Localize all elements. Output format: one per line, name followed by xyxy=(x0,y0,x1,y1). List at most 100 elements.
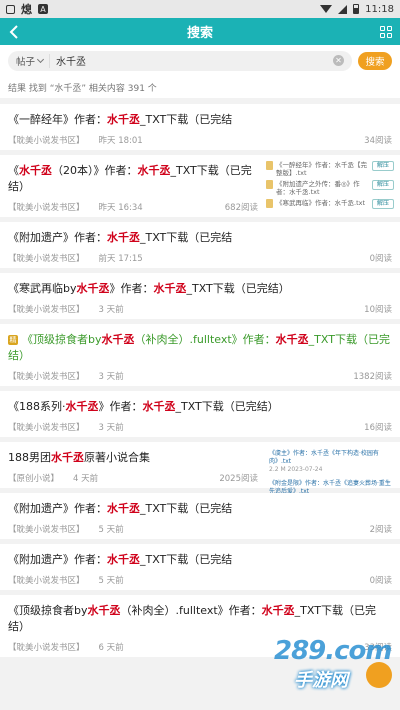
list-item[interactable]: 《寒武再临by水千丞》作者：水千丞_TXT下载（已完结） 【耽美小说发书区】 3 天… xyxy=(0,273,400,319)
item-meta: 【耽美小说发书区】 3 天前 16阅读 xyxy=(8,421,392,433)
chevron-left-icon xyxy=(9,24,18,39)
status-bar: 熄 A 11:18 xyxy=(0,0,400,18)
item-title: 《188系列·水千丞》作者：水千丞_TXT下载（已完结） xyxy=(8,399,392,415)
highlight-keyword: 水千丞 xyxy=(19,164,52,177)
title-text: （20本）》作者： xyxy=(52,164,138,177)
title-text: 》作者： xyxy=(109,282,154,295)
title-text: _TXT下载（已完结） xyxy=(186,282,290,295)
attachment-preview: 《一醉经年》作者：水千丞【完整版】.txt 解压 《附加遗产之外传：番◎》作者：水千… xyxy=(266,161,394,209)
title-text: 《附加遗产》作者： xyxy=(8,502,107,515)
list-item[interactable]: 188男团水千丞原著小说合集 【原创小说】 4 天前 2025阅读 《虞主》作者：水千丞… xyxy=(0,442,400,503)
title-text: 》作者： xyxy=(98,400,143,413)
timestamp: 前天 17:15 xyxy=(98,254,143,264)
watermark-text: 手游网 xyxy=(294,670,348,691)
attachment-row: 《虞主》作者：水千丞《年下构造·校园有肉》.txt 2.2 M 2023-07-2… xyxy=(269,450,394,474)
floating-action-button[interactable] xyxy=(366,662,392,688)
title-text: 《附加遗产》作者： xyxy=(8,231,107,244)
category-label: 【耽美小说发书区】 xyxy=(8,372,85,382)
highlight-keyword: 水千丞 xyxy=(275,333,309,346)
back-button[interactable] xyxy=(0,18,28,45)
scope-dropdown[interactable]: 帖子 xyxy=(16,53,51,68)
list-item[interactable]: 精《顶级掠食者by水千丞（补肉全）.fulltext》作者：水千丞_TXT下载（… xyxy=(0,324,400,386)
attachment-name: 《寒武再临》作者：水千丞.txt xyxy=(276,199,366,207)
read-count: 2阅读 xyxy=(369,525,392,535)
unzip-button: 解压 xyxy=(372,180,394,190)
item-title: 《寒武再临by水千丞》作者：水千丞_TXT下载（已完结） xyxy=(8,281,392,297)
item-meta: 【耽美小说发书区】 3 天前 1382阅读 xyxy=(8,370,392,382)
list-item[interactable]: 《附加遗产》作者：水千丞_TXT下载（已完结【耽美小说发书区】 前天 17:15 0… xyxy=(0,222,400,268)
file-icon xyxy=(266,180,273,189)
attachment-name: 《虞主》作者：水千丞《年下构造·校园有肉》.txt xyxy=(269,450,379,465)
category-label: 【耽美小说发书区】 xyxy=(8,305,85,315)
item-title: 《顶级掠食者by水千丞（补肉全）.fulltext》作者：水千丞_TXT下载（已… xyxy=(8,603,392,635)
read-count: 682阅读 xyxy=(224,203,258,213)
attachment-row: 《寒武再临》作者：水千丞.txt 解压 xyxy=(266,199,394,209)
title-text: 《一醉经年》作者： xyxy=(8,113,107,126)
app-notification-icon: 熄 xyxy=(21,3,32,16)
unzip-button: 解压 xyxy=(372,199,394,209)
highlight-keyword: 水千丞 xyxy=(76,282,110,295)
list-item[interactable]: 《附加遗产》作者：水千丞_TXT下载（已完结 【耽美小说发书区】 5 天前 0阅读 xyxy=(0,544,400,590)
clock: 11:18 xyxy=(365,3,394,15)
file-icon xyxy=(266,199,273,208)
item-title: 《水千丞（20本）》作者：水千丞_TXT下载（已完结） xyxy=(8,163,263,195)
title-text: _TXT下载（已完结） xyxy=(175,400,279,413)
highlight-keyword: 水千丞 xyxy=(107,231,140,244)
clear-icon[interactable]: ✕ xyxy=(333,55,344,66)
featured-icon: 精 xyxy=(8,335,18,345)
item-meta: 【耽美小说发书区】 5 天前 0阅读 xyxy=(8,574,392,586)
read-count: 0阅读 xyxy=(369,576,392,586)
category-label: 【耽美小说发书区】 xyxy=(8,643,85,653)
timestamp: 5 天前 xyxy=(98,576,124,586)
search-button[interactable]: 搜索 xyxy=(358,51,392,70)
category-label: 【原创小说】 xyxy=(8,474,60,484)
category-label: 【耽美小说发书区】 xyxy=(8,203,85,213)
list-item[interactable]: 《一醉经年》作者：水千丞_TXT下载（已完结【耽美小说发书区】 昨天 18:01 3… xyxy=(0,104,400,150)
timestamp: 昨天 16:34 xyxy=(98,203,143,213)
highlight-keyword: 水千丞 xyxy=(87,604,121,617)
attachment-name: 《一醉经年》作者：水千丞【完整版】.txt xyxy=(276,161,367,177)
highlight-keyword: 水千丞 xyxy=(51,451,84,464)
timestamp: 5 天前 xyxy=(98,525,124,535)
grid-menu-button[interactable] xyxy=(372,18,400,45)
item-meta: 【耽美小说发书区】 昨天 18:01 34阅读 xyxy=(8,134,392,146)
highlight-keyword: 水千丞 xyxy=(65,400,99,413)
list-item[interactable]: 《水千丞（20本）》作者：水千丞_TXT下载（已完结） 【耽美小说发书区】 昨天 1… xyxy=(0,155,400,217)
highlight-keyword: 水千丞 xyxy=(153,282,187,295)
page-title: 搜索 xyxy=(186,26,213,41)
title-text: _TXT下载（已完结 xyxy=(140,231,233,244)
result-list: 《一醉经年》作者：水千丞_TXT下载（已完结 【耽美小说发书区】 昨天 18:01 3… xyxy=(0,104,400,657)
category-label: 【耽美小说发书区】 xyxy=(8,254,85,264)
title-text: 《附加遗产》作者： xyxy=(8,553,107,566)
list-item[interactable]: 《顶级掠食者by水千丞（补肉全）.fulltext》作者：水千丞_TXT下载（已… xyxy=(0,595,400,657)
timestamp: 4 天前 xyxy=(73,474,99,484)
timestamp: 昨天 18:01 xyxy=(98,136,143,146)
read-count: 16阅读 xyxy=(364,423,392,433)
category-label: 【耽美小说发书区】 xyxy=(8,525,85,535)
item-meta: 【耽美小说发书区】 5 天前 2阅读 xyxy=(8,523,392,535)
list-item[interactable]: 《188系列·水千丞》作者：水千丞_TXT下载（已完结） 【耽美小说发书区】 3 天… xyxy=(0,391,400,437)
read-count: 10阅读 xyxy=(364,305,392,315)
title-text: _TXT下载（已完结 xyxy=(140,502,233,515)
item-title: 《附加遗产》作者：水千丞_TXT下载（已完结 xyxy=(8,230,392,246)
title-text: 《 xyxy=(8,164,19,177)
item-title: 188男团水千丞原著小说合集 xyxy=(8,450,263,466)
item-meta: 【耽美小说发书区】 6 天前 33阅读 xyxy=(8,641,392,653)
read-count: 0阅读 xyxy=(369,254,392,264)
item-title: 《附加遗产》作者：水千丞_TXT下载（已完结 xyxy=(8,501,392,517)
list-item[interactable]: 《附加遗产》作者：水千丞_TXT下载（已完结【耽美小说发书区】 5 天前 2阅读 xyxy=(0,493,400,539)
category-label: 【耽美小说发书区】 xyxy=(8,576,85,586)
title-text: 188男团 xyxy=(8,451,51,464)
search-box: 帖子 ✕ xyxy=(8,50,352,71)
scope-label: 帖子 xyxy=(16,56,36,68)
highlight-keyword: 水千丞 xyxy=(142,400,176,413)
highlight-keyword: 水千丞 xyxy=(137,164,171,177)
attachment-row: 《附加遗产之外传：番◎》作者：水千丞.txt 解压 xyxy=(266,180,394,196)
result-summary: 结果 找到 “水千丞” 相关内容 391 个 xyxy=(0,76,400,104)
search-input[interactable] xyxy=(56,55,333,66)
timestamp: 3 天前 xyxy=(98,305,124,315)
item-title: 《一醉经年》作者：水千丞_TXT下载（已完结 xyxy=(8,112,392,128)
title-text: （补肉全）.fulltext》作者： xyxy=(134,333,276,346)
highlight-keyword: 水千丞 xyxy=(107,502,140,515)
timestamp: 6 天前 xyxy=(98,643,124,653)
